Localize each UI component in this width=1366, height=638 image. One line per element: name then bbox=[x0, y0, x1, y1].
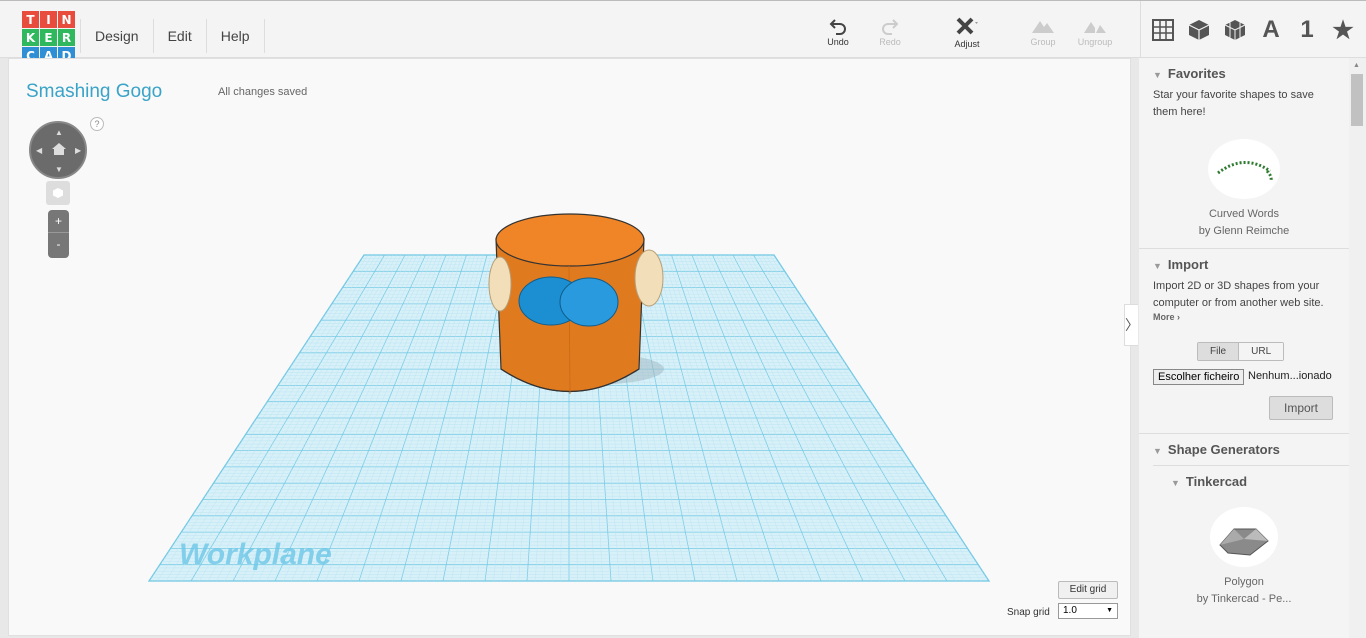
curved-words-name: Curved Words bbox=[1208, 208, 1280, 220]
wire-cube-icon[interactable] bbox=[1221, 16, 1249, 44]
adjust-label: Adjust bbox=[954, 39, 980, 49]
import-url-tab[interactable]: URL bbox=[1238, 343, 1284, 360]
group-button[interactable]: Group bbox=[1017, 17, 1069, 47]
workplane-scene[interactable]: Workplane bbox=[9, 59, 1132, 637]
main-menu: Design Edit Help bbox=[80, 19, 265, 53]
scrollbar-thumb[interactable] bbox=[1351, 74, 1363, 126]
tinkercad-generators-title: Tinkercad bbox=[1185, 474, 1248, 489]
group-label: Group bbox=[1030, 37, 1056, 47]
snap-grid-select[interactable]: 1.0 ▼ bbox=[1058, 603, 1118, 619]
logo-letter: K bbox=[22, 29, 39, 46]
polygon-author: by Tinkercad - Pe... bbox=[1196, 593, 1292, 605]
logo-letter: E bbox=[40, 29, 57, 46]
view-icons: A 1 ★ bbox=[1140, 1, 1357, 59]
shape-generators-header[interactable]: ▼ Shape Generators bbox=[1139, 434, 1349, 457]
menu-design[interactable]: Design bbox=[80, 19, 154, 53]
ungroup-icon bbox=[1084, 22, 1106, 33]
import-header[interactable]: ▼ Import bbox=[1139, 249, 1349, 272]
undo-button[interactable]: Undo bbox=[812, 17, 864, 47]
favorites-help-text: Star your favorite shapes to save them h… bbox=[1153, 89, 1314, 118]
import-help-text: Import 2D or 3D shapes from your compute… bbox=[1153, 280, 1324, 309]
group-icon bbox=[1032, 21, 1054, 33]
shape-generators-section: ▼ Shape Generators ▼ Tinkercad Polygon by … bbox=[1139, 433, 1349, 608]
collapse-triangle-icon: ▼ bbox=[1171, 478, 1180, 488]
adjust-icon bbox=[956, 17, 978, 35]
dropdown-arrow-icon: ▼ bbox=[1106, 607, 1113, 614]
import-source-tabs: File URL bbox=[1197, 342, 1285, 361]
collapse-triangle-icon: ▼ bbox=[1153, 261, 1162, 271]
collapse-triangle-icon: ▼ bbox=[1153, 446, 1162, 456]
collapse-sidebar-tab[interactable]: 〉 bbox=[1124, 304, 1139, 346]
import-more-link[interactable]: More › bbox=[1139, 312, 1349, 322]
redo-button[interactable]: Redo bbox=[864, 17, 916, 47]
curved-words-image bbox=[1208, 139, 1280, 199]
favorites-title: Favorites bbox=[1167, 66, 1226, 81]
ungroup-button[interactable]: Ungroup bbox=[1069, 17, 1121, 47]
polygon-name: Polygon bbox=[1224, 576, 1264, 588]
polygon-image bbox=[1210, 507, 1278, 567]
polygon-thumbnail[interactable] bbox=[1139, 499, 1349, 574]
choose-file-button[interactable]: Escolher ficheiro bbox=[1153, 369, 1245, 385]
logo-letter: R bbox=[58, 29, 75, 46]
import-title: Import bbox=[1167, 257, 1209, 272]
snap-grid-label: Snap grid bbox=[1007, 607, 1050, 618]
menu-help[interactable]: Help bbox=[207, 19, 265, 53]
adjust-button[interactable]: Adjust bbox=[941, 17, 993, 49]
design-canvas[interactable]: Smashing Gogo All changes saved ▲ ▼ ◀ ▶ … bbox=[8, 58, 1131, 636]
snap-grid-value: 1.0 bbox=[1063, 605, 1077, 616]
sidebar-scrollbar[interactable] bbox=[1349, 58, 1366, 638]
workplane-label: Workplane bbox=[179, 538, 332, 571]
curved-words-author: by Glenn Reimche bbox=[1198, 225, 1290, 237]
star-icon[interactable]: ★ bbox=[1329, 16, 1357, 44]
import-button[interactable]: Import bbox=[1269, 396, 1333, 420]
menu-edit[interactable]: Edit bbox=[154, 19, 207, 53]
import-file-tab[interactable]: File bbox=[1198, 343, 1239, 360]
grid-view-icon[interactable] bbox=[1149, 16, 1177, 44]
tinkercad-generators-header[interactable]: ▼ Tinkercad bbox=[1139, 466, 1349, 489]
no-file-chosen-text: Nenhum...ionado bbox=[1248, 370, 1332, 382]
blue-eyes[interactable] bbox=[518, 276, 619, 327]
undo-label: Undo bbox=[827, 37, 849, 47]
collapse-triangle-icon: ▼ bbox=[1153, 70, 1162, 80]
shape-generators-title: Shape Generators bbox=[1167, 442, 1280, 457]
scroll-up-arrow-icon[interactable]: ▲ bbox=[1353, 62, 1360, 69]
tinkercad-logo[interactable]: T I N K E R C A D bbox=[22, 11, 75, 64]
number-icon[interactable]: 1 bbox=[1293, 16, 1321, 44]
text-letter-icon[interactable]: A bbox=[1257, 16, 1285, 44]
top-toolbar: T I N K E R C A D Design Edit Help Undo … bbox=[0, 0, 1366, 64]
solid-cube-icon[interactable] bbox=[1185, 16, 1213, 44]
edit-grid-button[interactable]: Edit grid bbox=[1058, 581, 1118, 599]
logo-letter: T bbox=[22, 11, 39, 28]
curved-words-thumbnail[interactable] bbox=[1139, 131, 1349, 206]
shapes-sidebar: ▼ Favorites Star your favorite shapes to … bbox=[1139, 58, 1349, 638]
ungroup-label: Ungroup bbox=[1077, 37, 1113, 47]
undo-icon bbox=[829, 19, 846, 35]
logo-letter: N bbox=[58, 11, 75, 28]
logo-letter: I bbox=[40, 11, 57, 28]
favorites-header[interactable]: ▼ Favorites bbox=[1139, 58, 1349, 81]
redo-icon bbox=[882, 19, 899, 35]
redo-label: Redo bbox=[879, 37, 901, 47]
